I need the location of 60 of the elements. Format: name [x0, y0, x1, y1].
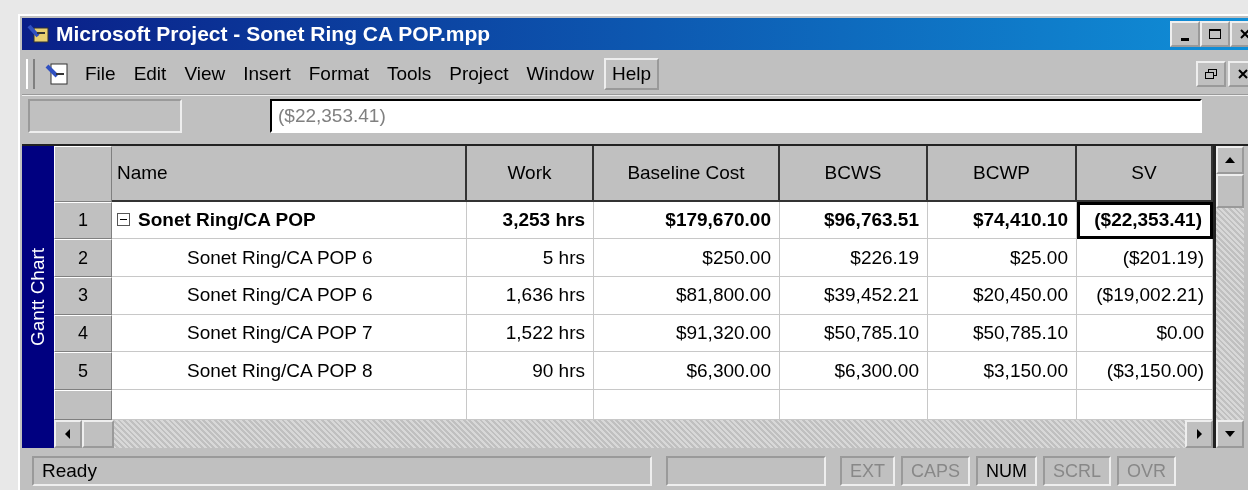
column-header[interactable]: SV	[1077, 146, 1213, 202]
table-cell: $20,450.00	[928, 277, 1077, 315]
table-cell: 3,253 hrs	[467, 201, 594, 240]
table-cell: $226.19	[780, 239, 928, 278]
table-cell: $74,410.10	[928, 201, 1077, 240]
task-name: Sonet Ring/CA POP 8	[187, 359, 373, 382]
menu-item[interactable]: Insert	[235, 58, 299, 90]
row-header[interactable]: 5	[54, 352, 112, 391]
column-header[interactable]: Name	[112, 146, 467, 202]
table-cell: $25.00	[928, 239, 1077, 278]
row-header[interactable]: 3	[54, 277, 112, 315]
menu-item[interactable]: Project	[441, 58, 517, 90]
status-indicator: OVR	[1117, 456, 1177, 486]
status-indicator: CAPS	[901, 456, 971, 486]
column-header[interactable]: Baseline Cost	[594, 146, 780, 202]
table-cell: 1,522 hrs	[467, 314, 594, 353]
column-header[interactable]: Work	[467, 146, 594, 202]
table-cell: $96,763.51	[780, 201, 928, 240]
status-indicator: SCRL	[1043, 456, 1112, 486]
column-header[interactable]: BCWP	[928, 146, 1077, 202]
status-indicator: NUM	[976, 456, 1038, 486]
table-cell: ($22,353.41)	[1077, 201, 1213, 240]
table-cell: ($3,150.00)	[1077, 352, 1213, 391]
table-cell: $81,800.00	[594, 277, 780, 315]
table-cell: 5 hrs	[467, 239, 594, 278]
menu-item[interactable]: View	[176, 58, 234, 90]
table-cell: $6,300.00	[594, 352, 780, 391]
table-cell: $3,150.00	[928, 352, 1077, 391]
view-label: Gantt Chart	[27, 247, 49, 347]
status-indicator: EXT	[840, 456, 895, 486]
menu-item[interactable]: File	[77, 58, 124, 90]
table-cell: 90 hrs	[467, 352, 594, 391]
table-cell: $91,320.00	[594, 314, 780, 353]
menu-item[interactable]: Tools	[378, 58, 440, 90]
menu-item[interactable]: Window	[518, 58, 602, 90]
table-cell: $0.00	[1077, 314, 1213, 353]
entry-field[interactable]: ($22,353.41)	[270, 99, 1202, 133]
table-cell: $39,452.21	[780, 277, 928, 315]
table-cell: $179,670.00	[594, 201, 780, 240]
row-header[interactable]: 4	[54, 314, 112, 353]
table-cell: $50,785.10	[780, 314, 928, 353]
column-header[interactable]: BCWS	[780, 146, 928, 202]
view-bar[interactable]: Gantt Chart	[22, 146, 54, 448]
menu-item[interactable]: Help	[604, 58, 660, 90]
table-cell: ($19,002.21)	[1077, 277, 1213, 315]
table-cell: $250.00	[594, 239, 780, 278]
window-title: Microsoft Project - Sonet Ring CA POP.mpp	[56, 22, 491, 46]
row-header[interactable]: 2	[54, 239, 112, 278]
menu-item[interactable]: Edit	[125, 58, 175, 90]
status-text: Ready	[32, 456, 652, 486]
row-header[interactable]: 1	[54, 201, 112, 240]
table-cell: $6,300.00	[780, 352, 928, 391]
menu-item[interactable]: Format	[300, 58, 377, 90]
table-cell: 1,636 hrs	[467, 277, 594, 315]
task-name: Sonet Ring/CA POP	[138, 208, 316, 231]
task-name: Sonet Ring/CA POP 6	[187, 284, 373, 307]
task-name: Sonet Ring/CA POP 6	[187, 246, 373, 269]
task-name: Sonet Ring/CA POP 7	[187, 322, 373, 345]
table-cell: $50,785.10	[928, 314, 1077, 353]
table-cell: ($201.19)	[1077, 239, 1213, 278]
